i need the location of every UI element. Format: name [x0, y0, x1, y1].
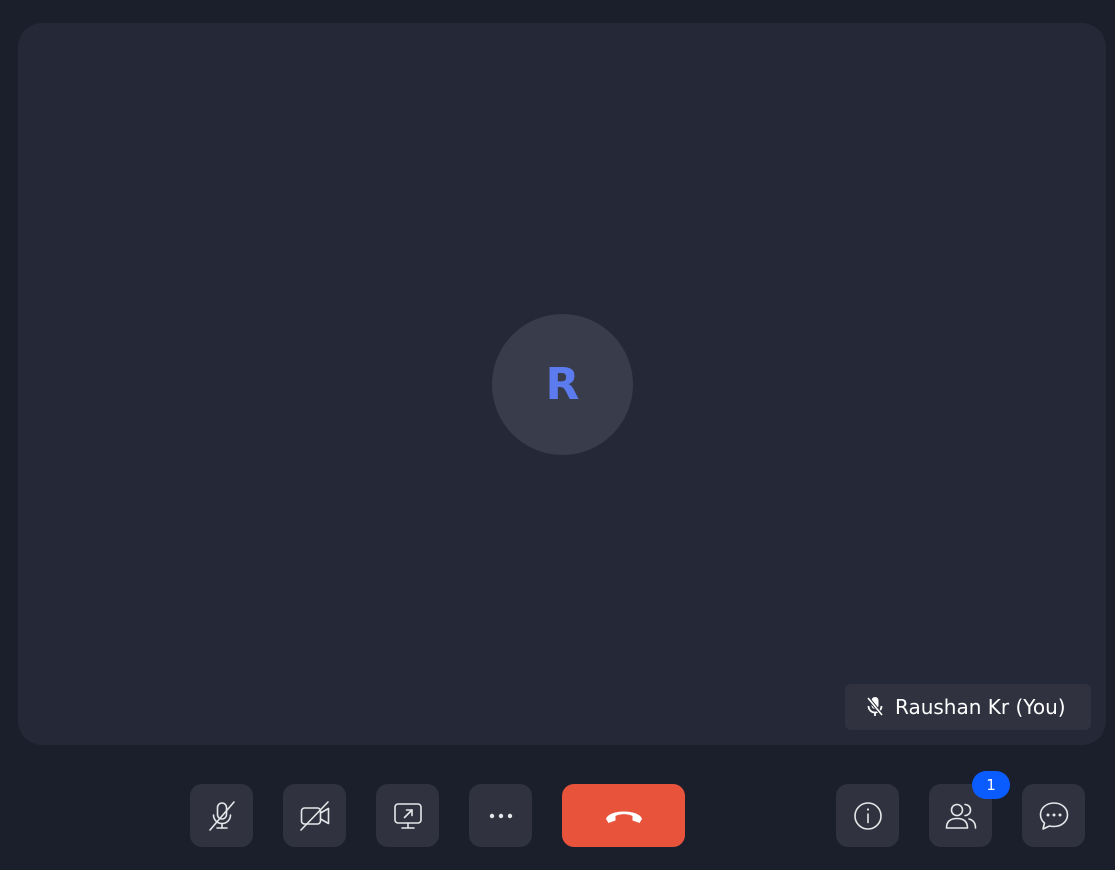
video-off-icon — [298, 799, 332, 833]
avatar-initial: R — [545, 359, 580, 410]
mic-muted-icon — [865, 695, 885, 719]
more-options-button[interactable] — [469, 784, 532, 847]
participant-name-tag: Raushan Kr (You) — [845, 684, 1091, 730]
end-call-button[interactable] — [562, 784, 685, 847]
mic-toggle-button[interactable] — [190, 784, 253, 847]
phone-hangup-icon — [603, 804, 645, 828]
participant-name: Raushan Kr (You) — [895, 695, 1066, 719]
chat-button[interactable] — [1022, 784, 1085, 847]
camera-toggle-button[interactable] — [283, 784, 346, 847]
participant-avatar: R — [492, 314, 633, 455]
more-dots-icon — [484, 799, 518, 833]
mic-off-icon — [205, 799, 239, 833]
screen-share-icon — [391, 799, 425, 833]
video-stage: R Raushan Kr (You) — [18, 23, 1106, 745]
meeting-info-button[interactable] — [836, 784, 899, 847]
share-screen-button[interactable] — [376, 784, 439, 847]
participants-icon — [944, 799, 978, 833]
participant-count-badge: 1 — [972, 771, 1010, 799]
info-icon — [851, 799, 885, 833]
participant-count: 1 — [986, 776, 996, 794]
chat-icon — [1037, 799, 1071, 833]
